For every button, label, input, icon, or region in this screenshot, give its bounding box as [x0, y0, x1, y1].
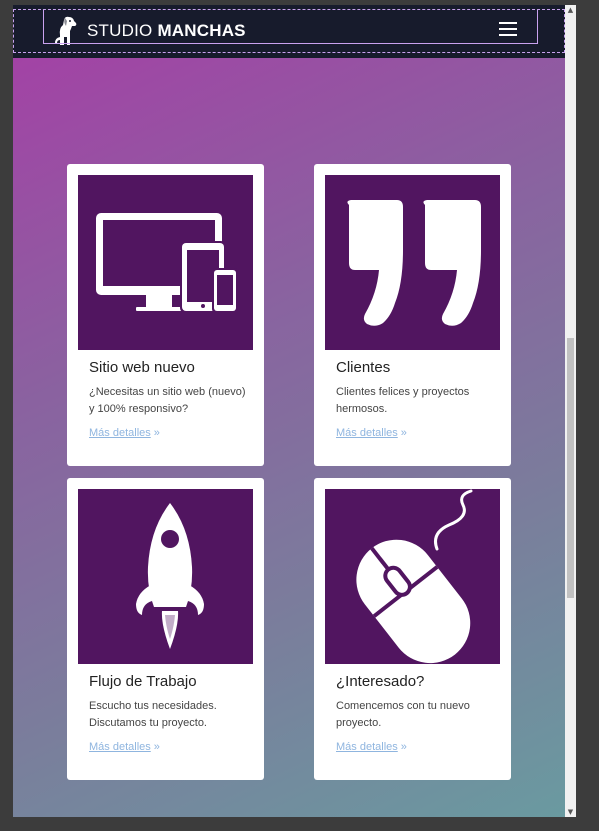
card-title: Clientes — [336, 359, 391, 376]
more-details-label: Más detalles — [89, 427, 151, 439]
rocket-icon — [136, 503, 204, 649]
page-viewport: STUDIO MANCHAS Sitio web nuevo ¿Necesita… — [13, 5, 565, 817]
more-details-link[interactable]: Más detalles» — [89, 427, 160, 439]
layout-guide-outer — [13, 9, 565, 53]
more-details-label: Más detalles — [336, 741, 398, 753]
more-details-link[interactable]: Más detalles» — [336, 427, 407, 439]
navbar: STUDIO MANCHAS — [13, 5, 565, 58]
scroll-up-icon[interactable]: ▲ — [565, 5, 576, 15]
devices-icon — [96, 213, 238, 313]
quote-icon — [347, 200, 481, 326]
double-chevron-right-icon: » — [400, 741, 407, 753]
layout-guide-inner — [43, 10, 538, 44]
card-title: ¿Interesado? — [336, 673, 425, 690]
card-text: Comencemos con tu nuevo proyecto. — [336, 700, 470, 729]
service-card: Flujo de Trabajo Escucho tus necesidades… — [67, 478, 264, 780]
card-text: ¿Necesitas un sitio web (nuevo) y 100% r… — [89, 386, 246, 415]
more-details-link[interactable]: Más detalles» — [336, 741, 407, 753]
card-image — [78, 489, 253, 664]
card-title: Sitio web nuevo — [89, 359, 195, 376]
service-card: Sitio web nuevo ¿Necesitas un sitio web … — [67, 164, 264, 466]
service-card: ¿Interesado? Comencemos con tu nuevo pro… — [314, 478, 511, 780]
double-chevron-right-icon: » — [153, 427, 160, 439]
more-details-label: Más detalles — [336, 427, 398, 439]
card-text: Clientes felices y proyectos hermosos. — [336, 386, 470, 415]
more-details-link[interactable]: Más detalles» — [89, 741, 160, 753]
more-details-label: Más detalles — [89, 741, 151, 753]
service-card: Clientes Clientes felices y proyectos he… — [314, 164, 511, 466]
card-image — [78, 175, 253, 350]
double-chevron-right-icon: » — [400, 427, 407, 439]
card-image — [325, 489, 500, 664]
mouse-icon — [356, 489, 473, 664]
card-title: Flujo de Trabajo — [89, 673, 197, 690]
double-chevron-right-icon: » — [153, 741, 160, 753]
scroll-down-icon[interactable]: ▼ — [565, 807, 576, 817]
vertical-scrollbar[interactable]: ▲ ▼ — [565, 5, 576, 817]
scrollbar-thumb[interactable] — [567, 338, 574, 598]
card-image — [325, 175, 500, 350]
card-text: Escucho tus necesidades. Discutamos tu p… — [89, 700, 217, 729]
